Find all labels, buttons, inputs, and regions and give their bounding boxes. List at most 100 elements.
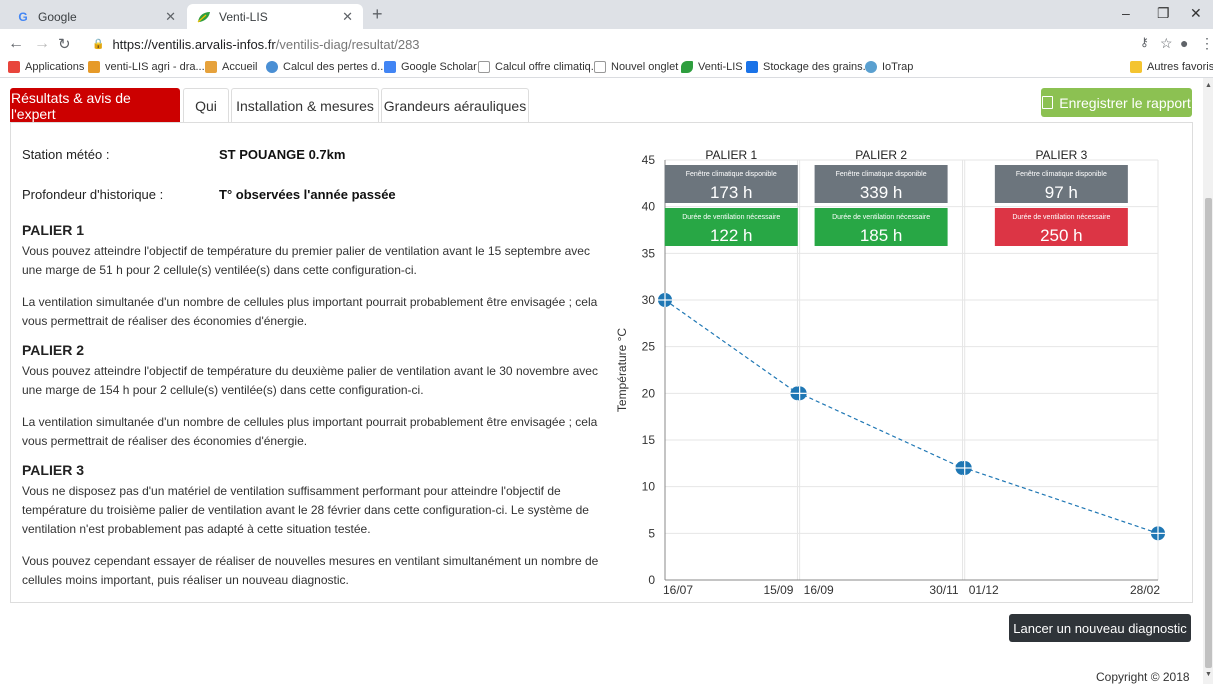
url-path: /ventilis-diag/resultat/283 (275, 36, 420, 52)
bookmark-label: IoTrap (882, 61, 914, 73)
y-tick-label: 25 (642, 340, 656, 354)
x-tick-label: 30/11 (929, 583, 958, 597)
tab-qui[interactable]: Qui (183, 88, 229, 122)
y-tick-label: 35 (642, 246, 656, 260)
bookmark-calcul-pertes[interactable]: Calcul des pertes d... (266, 61, 386, 73)
bookmark-label: Stockage des grains... (763, 61, 872, 73)
x-tick-label: 16/07 (663, 583, 693, 597)
bookmark-ventilis[interactable]: Venti-LIS (681, 61, 743, 73)
palier-2-text: Vous pouvez atteindre l'objectif de temp… (22, 364, 598, 397)
forward-icon[interactable]: → (34, 35, 50, 53)
browser-tab-ventilis[interactable]: Venti-LIS ✕ (187, 4, 363, 29)
key-icon[interactable]: ⚷ (1140, 35, 1149, 49)
page-content: Résultats & avis de l'expert Qui Install… (0, 78, 1203, 684)
palier-1-fenetre-label: Fenêtre climatique disponible (686, 171, 777, 178)
bookmark-calcul-offre[interactable]: Calcul offre climatiq... (478, 61, 600, 73)
palier-2-advice: La ventilation simultanée d'un nombre de… (22, 415, 598, 448)
back-icon[interactable]: ← (8, 35, 24, 53)
palier-3-label: PALIER 3 (1035, 148, 1087, 162)
bookmark-label: Venti-LIS (698, 61, 743, 73)
bookmark-nouvel-onglet[interactable]: Nouvel onglet (594, 61, 678, 73)
palier-2-fenetre-value: 339 h (860, 183, 903, 202)
palier-1-duree-value: 122 h (710, 226, 753, 245)
reload-icon[interactable]: ↻ (58, 35, 71, 53)
bookmark-label: Calcul des pertes d... (283, 61, 387, 73)
leaf-icon (197, 10, 211, 24)
save-report-button[interactable]: Enregistrer le rapport (1041, 88, 1192, 117)
palier-3-duree-value: 250 h (1040, 226, 1083, 245)
leaf-icon (681, 61, 693, 73)
google-icon: G (18, 9, 28, 24)
lock-icon: 🔒 (92, 38, 105, 50)
bookmark-label: venti-LIS agri - dra... (105, 61, 205, 73)
new-diagnostic-button[interactable]: Lancer un nouveau diagnostic (1009, 614, 1191, 642)
browser-tab-google[interactable]: G Google ✕ (6, 4, 186, 29)
close-icon[interactable]: ✕ (165, 9, 176, 25)
palier-3-fenetre-label: Fenêtre climatique disponible (1016, 171, 1107, 178)
apps-grid-icon (8, 61, 20, 73)
y-tick-label: 0 (648, 573, 655, 587)
tab-grandeurs[interactable]: Grandeurs aérauliques (381, 88, 529, 122)
bookmark-google-scholar[interactable]: Google Scholar (384, 61, 477, 73)
bookmark-stockage-grains[interactable]: Stockage des grains... (746, 61, 872, 73)
bookmark-label: Accueil (222, 61, 258, 73)
palier-3-text: Vous ne disposez pas d'un matériel de ve… (22, 484, 589, 536)
temperature-chart: 0 5 10 15 20 25 30 35 40 45 16/07 15/09 16/09 30/11 01… (615, 148, 1165, 597)
url-field[interactable]: 🔒 https://ventilis.arvalis-infos.fr/vent… (82, 32, 1157, 56)
restore-icon[interactable]: ❐ (1157, 5, 1170, 22)
palier-1-title: PALIER 1 (22, 222, 84, 238)
palier-1-duree-label: Durée de ventilation nécessaire (682, 214, 780, 221)
other-bookmarks[interactable]: Autres favoris (1130, 61, 1213, 73)
scrollbar[interactable]: ▲ ▼ (1203, 78, 1213, 684)
x-tick-label: 16/09 (804, 583, 834, 597)
page-icon (478, 61, 490, 73)
bookmark-icon (746, 61, 758, 73)
x-tick-label: 28/02 (1130, 583, 1160, 597)
page-icon (594, 61, 606, 73)
bookmark-accueil[interactable]: Accueil (205, 61, 257, 73)
history-value: T° observées l'année passée (219, 187, 396, 202)
scholar-icon (384, 61, 396, 73)
tab-installation[interactable]: Installation & mesures (231, 88, 379, 122)
y-tick-label: 40 (642, 200, 656, 214)
minimize-icon[interactable]: – (1122, 5, 1130, 21)
copyright: Copyright © 2018 (1096, 670, 1190, 684)
palier-1-fenetre-value: 173 h (710, 183, 753, 202)
palier-2-duree-label: Durée de ventilation nécessaire (832, 214, 930, 221)
window-close-icon[interactable]: ✕ (1190, 5, 1202, 22)
tab-resultats[interactable]: Résultats & avis de l'expert (10, 88, 180, 122)
y-tick-label: 5 (648, 526, 655, 540)
star-icon[interactable]: ☆ (1160, 35, 1173, 52)
bookmark-label: Nouvel onglet (611, 61, 679, 73)
x-tick-label: 15/09 (763, 583, 793, 597)
gear-icon (865, 61, 877, 73)
bookmark-label: Autres favoris (1147, 61, 1213, 73)
save-label: Enregistrer le rapport (1059, 94, 1191, 111)
scrollbar-thumb[interactable] (1205, 198, 1212, 668)
profile-icon[interactable]: ● (1180, 35, 1188, 51)
new-tab-icon[interactable]: + (372, 4, 383, 25)
y-tick-label: 10 (642, 480, 656, 494)
palier-3-fenetre-value: 97 h (1045, 183, 1078, 202)
url-host: https://ventilis.arvalis-infos.fr (112, 36, 276, 52)
menu-icon[interactable]: ⋮ (1200, 35, 1213, 52)
bookmark-applications[interactable]: Applications (8, 61, 84, 73)
bookmark-icon (205, 61, 217, 73)
bookmark-label: Applications (25, 61, 85, 73)
bookmarks-bar: Applications venti-LIS agri - dra... Acc… (0, 59, 1213, 78)
y-tick-label: 45 (642, 153, 656, 167)
close-icon[interactable]: ✕ (342, 9, 353, 25)
x-tick-label: 01/12 (969, 583, 999, 597)
temperature-series-line (664, 299, 1159, 534)
palier-1-label: PALIER 1 (705, 148, 757, 162)
station-value: ST POUANGE 0.7km (219, 147, 346, 162)
palier-3-duree-label: Durée de ventilation nécessaire (1012, 214, 1110, 221)
scroll-down-icon[interactable]: ▼ (1205, 671, 1212, 678)
station-label: Station météo : (22, 147, 110, 162)
scroll-up-icon[interactable]: ▲ (1205, 82, 1212, 89)
bookmark-label: Calcul offre climatiq... (495, 61, 600, 73)
palier-1-text: Vous pouvez atteindre l'objectif de temp… (22, 244, 590, 277)
bookmark-iotrap[interactable]: IoTrap (865, 61, 913, 73)
bookmark-ventilis-agri[interactable]: venti-LIS agri - dra... (88, 61, 205, 73)
bookmark-icon (266, 61, 278, 73)
